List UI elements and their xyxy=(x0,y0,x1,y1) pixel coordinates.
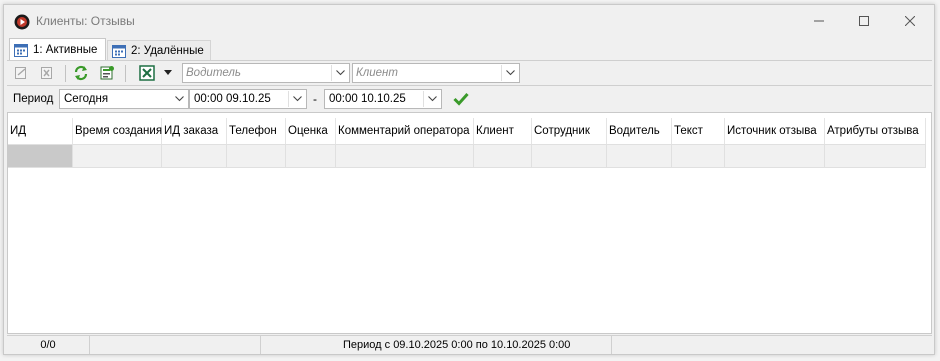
delete-button[interactable] xyxy=(37,64,57,82)
filter-cell-id[interactable] xyxy=(8,144,73,168)
column-header-review-source[interactable]: Источник отзыва xyxy=(725,118,825,144)
excel-export-icon xyxy=(139,65,155,81)
driver-filter-placeholder: Водитель xyxy=(186,67,241,79)
column-header-driver[interactable]: Водитель xyxy=(607,118,672,144)
column-header-employee[interactable]: Сотрудник xyxy=(532,118,607,144)
table-header: ИД Время создания ИД заказа Телефон Оцен… xyxy=(8,118,926,144)
tab-deleted[interactable]: 2: Удалённые xyxy=(107,40,211,60)
status-bar: 0/0 Период с 09.10.2025 0:00 по 10.10.20… xyxy=(7,335,932,354)
filter-cell-driver[interactable] xyxy=(607,144,672,168)
chevron-down-icon xyxy=(292,96,302,102)
chevron-down-icon xyxy=(505,70,515,76)
status-separator xyxy=(611,336,612,354)
status-separator xyxy=(260,336,261,354)
refresh-button[interactable] xyxy=(71,64,91,82)
filter-cell-text[interactable] xyxy=(672,144,725,168)
maximize-icon xyxy=(859,16,869,26)
title-bar: Клиенты: Отзывы xyxy=(4,5,934,37)
chevron-down-icon xyxy=(164,70,172,75)
filter-cell-rating[interactable] xyxy=(286,144,336,168)
chevron-down-icon xyxy=(174,96,184,102)
close-icon xyxy=(905,16,915,26)
date-from-dropdown[interactable] xyxy=(288,91,305,107)
column-header-review-attributes[interactable]: Атрибуты отзыва xyxy=(825,118,926,144)
date-to-value: 00:00 10.10.25 xyxy=(329,93,406,105)
date-to-picker[interactable]: 00:00 10.10.25 xyxy=(324,89,442,109)
period-separator: - xyxy=(313,92,317,106)
filter-cell-created[interactable] xyxy=(73,144,162,168)
client-filter-combo[interactable]: Клиент xyxy=(352,63,520,83)
filter-cell-review-source[interactable] xyxy=(725,144,825,168)
checkmark-icon xyxy=(453,92,469,106)
column-header-operator-comment[interactable]: Комментарий оператора xyxy=(336,118,474,144)
chevron-down-icon xyxy=(335,70,345,76)
close-button[interactable] xyxy=(890,9,930,33)
minimize-icon xyxy=(814,20,824,22)
column-header-client[interactable]: Клиент xyxy=(474,118,532,144)
properties-icon xyxy=(100,66,114,80)
column-header-created[interactable]: Время создания xyxy=(73,118,162,144)
refresh-icon xyxy=(74,65,88,81)
main-window: Клиенты: Отзывы 1: Активные 2: Удалённые… xyxy=(3,4,935,355)
period-preset-dropdown[interactable] xyxy=(171,91,187,107)
tab-deleted-label: 2: Удалённые xyxy=(131,44,204,57)
maximize-button[interactable] xyxy=(844,9,884,33)
toolbar-separator xyxy=(125,65,126,82)
calendar-icon xyxy=(14,43,28,57)
filter-cell-review-attributes[interactable] xyxy=(825,144,926,168)
date-from-value: 00:00 09.10.25 xyxy=(194,93,271,105)
driver-filter-combo[interactable]: Водитель xyxy=(182,63,350,83)
client-filter-placeholder: Клиент xyxy=(356,67,398,79)
apply-period-button[interactable] xyxy=(451,90,471,108)
record-count: 0/0 xyxy=(7,336,90,354)
period-bar: Период Сегодня 00:00 09.10.25 - 00:00 10… xyxy=(7,87,932,113)
window-title: Клиенты: Отзывы xyxy=(36,14,135,28)
date-to-dropdown[interactable] xyxy=(423,91,440,107)
tab-active[interactable]: 1: Активные xyxy=(9,38,106,60)
edit-button[interactable] xyxy=(11,64,31,82)
date-from-picker[interactable]: 00:00 09.10.25 xyxy=(189,89,307,109)
client-filter-dropdown[interactable] xyxy=(501,65,518,81)
filter-cell-client[interactable] xyxy=(474,144,532,168)
chevron-down-icon xyxy=(427,96,437,102)
filter-cell-employee[interactable] xyxy=(532,144,607,168)
tab-active-label: 1: Активные xyxy=(33,43,98,56)
filter-cell-order-id[interactable] xyxy=(162,144,227,168)
edit-icon xyxy=(15,67,26,79)
excel-export-dropdown[interactable] xyxy=(162,64,174,82)
column-header-rating[interactable]: Оценка xyxy=(286,118,336,144)
filter-cell-operator-comment[interactable] xyxy=(336,144,474,168)
period-label: Период xyxy=(13,93,54,105)
column-header-text[interactable]: Текст xyxy=(672,118,725,144)
app-logo-icon xyxy=(14,14,30,30)
driver-filter-dropdown[interactable] xyxy=(331,65,348,81)
toolbar: Водитель Клиент xyxy=(7,60,932,86)
toolbar-separator xyxy=(65,65,66,82)
calendar-icon xyxy=(112,44,126,58)
filter-row xyxy=(8,144,926,168)
column-header-order-id[interactable]: ИД заказа xyxy=(162,118,227,144)
column-header-id[interactable]: ИД xyxy=(8,118,73,144)
properties-button[interactable] xyxy=(97,64,117,82)
period-preset-combo[interactable]: Сегодня xyxy=(59,89,189,109)
minimize-button[interactable] xyxy=(799,9,839,33)
period-preset-value: Сегодня xyxy=(64,93,109,105)
reviews-table: ИД Время создания ИД заказа Телефон Оцен… xyxy=(7,112,932,334)
status-period-text: Период с 09.10.2025 0:00 по 10.10.2025 0… xyxy=(343,339,571,351)
column-header-phone[interactable]: Телефон xyxy=(227,118,286,144)
excel-export-button[interactable] xyxy=(135,64,161,82)
delete-icon xyxy=(41,67,52,79)
filter-cell-phone[interactable] xyxy=(227,144,286,168)
